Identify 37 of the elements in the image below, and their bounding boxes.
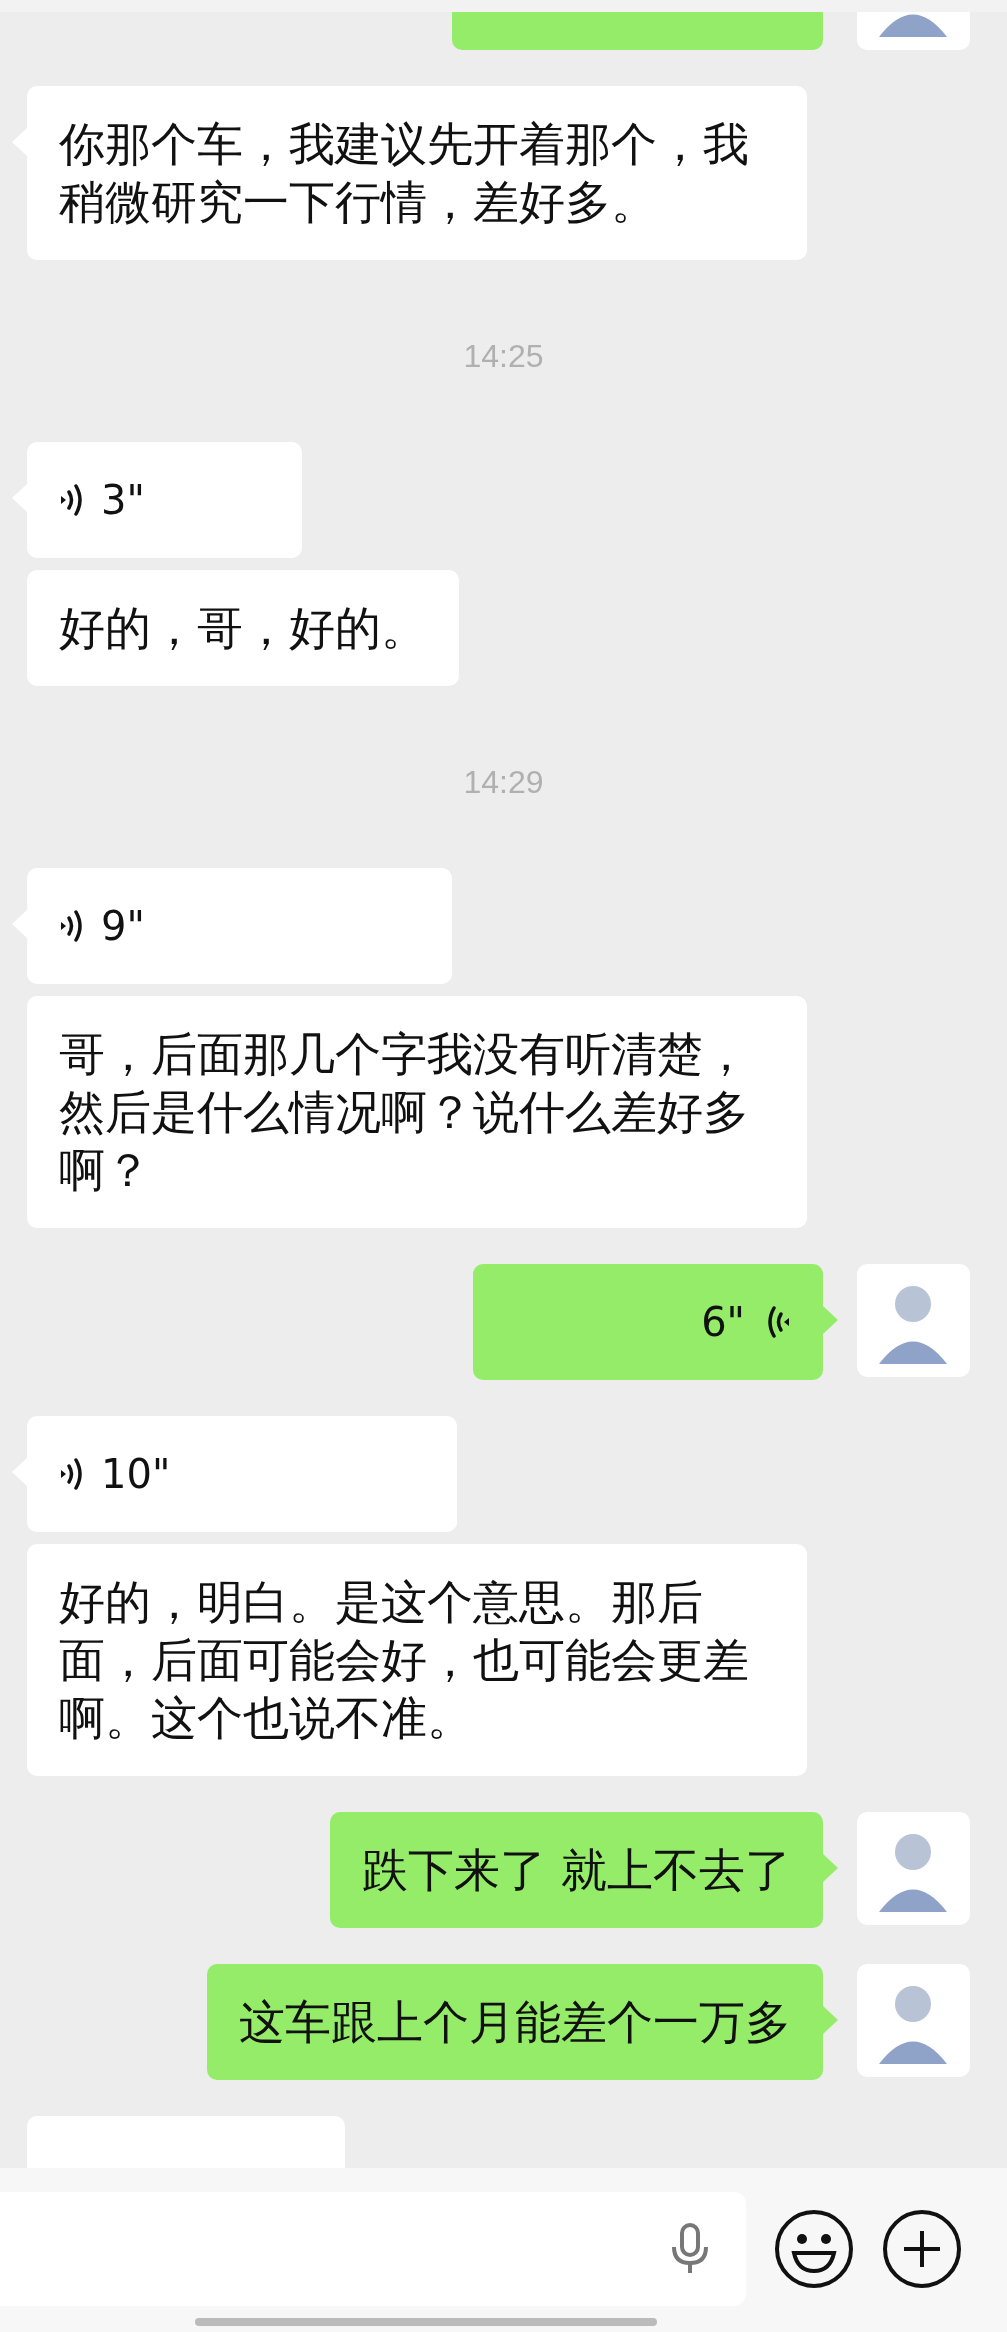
voice-duration: 6" xyxy=(701,1298,745,1347)
message-bubble[interactable]: 这车跟上个月能差个一万多 xyxy=(207,1964,823,2080)
voice-message[interactable]: 9" xyxy=(27,868,452,984)
avatar[interactable] xyxy=(857,1264,970,1377)
message-text: 哥，后面那几个字我没有听清楚，然后是什么情况啊？说什么差好多啊？ xyxy=(59,1027,749,1197)
voice-message[interactable]: 3" xyxy=(27,442,302,558)
bubble-tail xyxy=(823,2006,838,2034)
avatar[interactable] xyxy=(857,1812,970,1925)
avatar[interactable] xyxy=(857,12,970,50)
bubble-tail xyxy=(823,1854,838,1882)
voice-duration: 10" xyxy=(101,1450,171,1499)
voice-wave-icon xyxy=(765,1304,791,1340)
voice-wave-icon xyxy=(59,482,85,518)
voice-duration: 3" xyxy=(101,476,145,525)
message-input[interactable] xyxy=(0,2192,746,2306)
message-text: 跌下来了 就上不去了 xyxy=(362,1843,791,1897)
message-text: 好的，哥，好的。 xyxy=(59,601,427,655)
timestamp: 14:29 xyxy=(463,763,544,802)
message-bubble[interactable]: 哥，后面那几个字我没有听清楚，然后是什么情况啊？说什么差好多啊？ xyxy=(27,996,807,1228)
emoji-icon[interactable] xyxy=(774,2209,854,2289)
message-text: 这车跟上个月能差个一万多 xyxy=(239,1995,791,2049)
voice-message[interactable]: 6" xyxy=(473,1264,823,1380)
voice-message[interactable]: 10" xyxy=(27,1416,457,1532)
microphone-icon[interactable] xyxy=(670,2223,710,2275)
message-bubble[interactable]: 你那个车，我建议先开着那个，我稍微研究一下行情，差好多。 xyxy=(27,86,807,260)
message-bubble[interactable]: 跌下来了 就上不去了 xyxy=(330,1812,823,1928)
message-text: 好的，明白。是这个意思。那后面，后面可能会好，也可能会更差啊。这个也说不准。 xyxy=(59,1575,749,1745)
voice-duration: 9" xyxy=(101,902,145,951)
message-bubble[interactable]: 好的，明白。是这个意思。那后面，后面可能会好，也可能会更差啊。这个也说不准。 xyxy=(27,1544,807,1776)
bubble-tail xyxy=(823,1306,838,1334)
message-bubble[interactable]: 好的，哥，好的。 xyxy=(27,570,459,686)
timestamp: 14:25 xyxy=(463,337,544,376)
voice-wave-icon xyxy=(59,1456,85,1492)
voice-wave-icon xyxy=(59,908,85,944)
add-icon[interactable] xyxy=(882,2209,962,2289)
avatar[interactable] xyxy=(857,1964,970,2077)
message-text: 你那个车，我建议先开着那个，我稍微研究一下行情，差好多。 xyxy=(59,117,749,229)
